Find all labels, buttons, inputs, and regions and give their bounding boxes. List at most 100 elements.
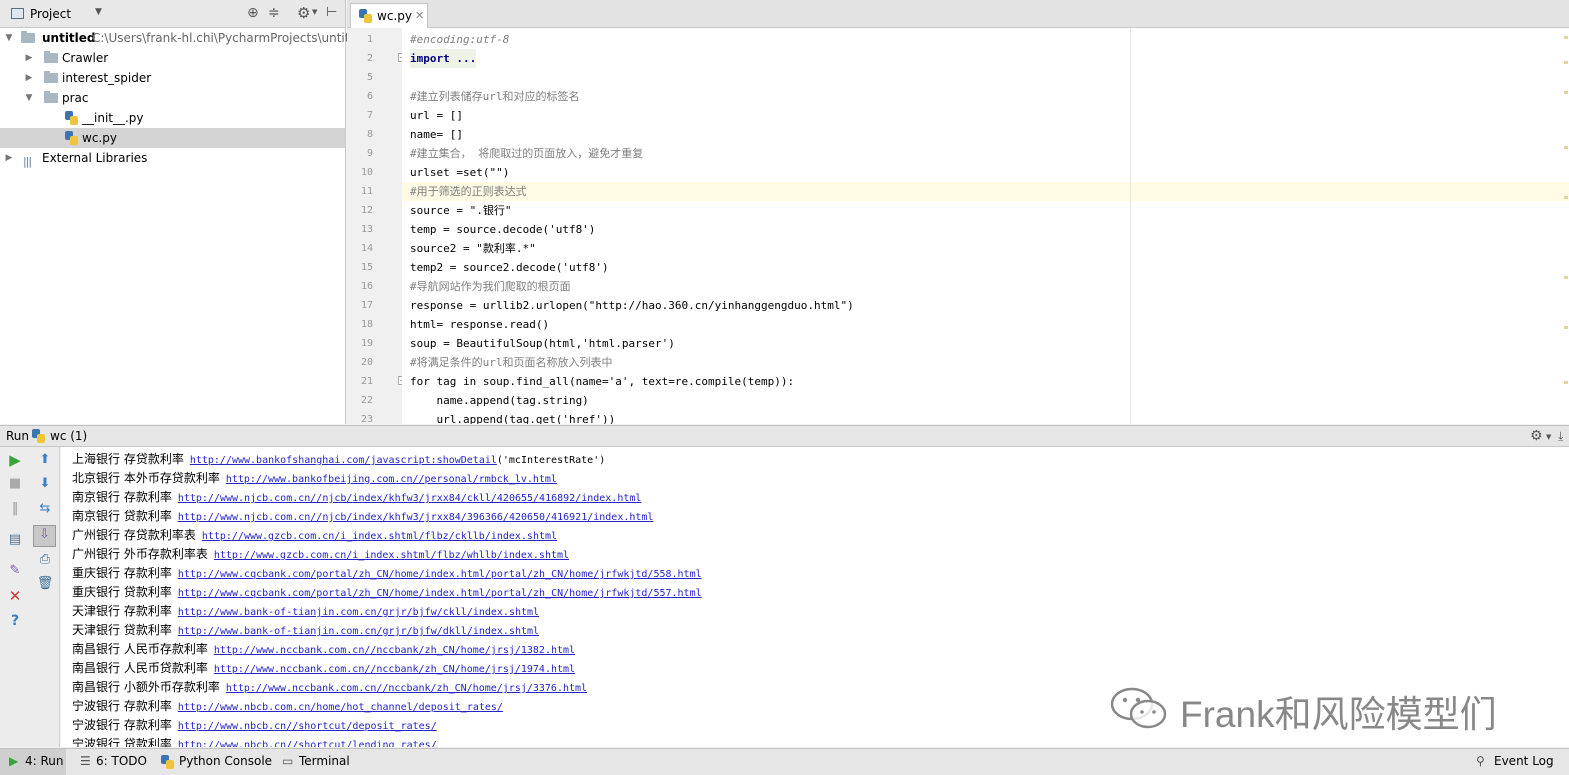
tab-todo[interactable]: ☰ 6: TODO — [80, 749, 150, 775]
console-toolbar: ⬆ ⬇ ⇆ ⇩ ⎙ 🗑 — [30, 447, 60, 747]
todo-icon: ☰ — [80, 754, 91, 768]
console-text: 南京银行 贷款利率 — [72, 509, 172, 523]
line-number: 17 — [360, 300, 373, 311]
gear-icon[interactable]: ⚙ — [1530, 426, 1543, 447]
project-view-selector[interactable]: Project — [30, 7, 71, 21]
python-file-icon — [359, 9, 372, 23]
expand-arrow-icon[interactable]: ▼ — [23, 88, 35, 108]
console-link[interactable]: http://www.cqcbank.com/portal/zh_CN/home… — [178, 588, 702, 599]
tree-item-prac[interactable]: ▼ prac — [0, 88, 345, 108]
expand-arrow-icon[interactable]: ▼ — [3, 28, 15, 48]
tree-item-crawler[interactable]: ▶ Crawler — [0, 48, 345, 68]
tree-item-interest-spider[interactable]: ▶ interest_spider — [0, 68, 345, 88]
console-text: 天津银行 贷款利率 — [72, 623, 172, 637]
console-link[interactable]: http://www.bank-of-tianjin.com.cn/grjr/b… — [178, 626, 539, 637]
console-link[interactable]: http://www.nccbank.com.cn//nccbank/zh_CN… — [226, 683, 587, 694]
chevron-down-icon[interactable]: ▼ — [95, 7, 102, 17]
down-arrow-icon[interactable]: ⬇ — [36, 475, 54, 493]
chevron-down-icon[interactable]: ▼ — [1546, 427, 1551, 448]
console-link[interactable]: http://www.gzcb.com.cn/i_index.shtml/flb… — [214, 550, 569, 561]
tab-wc-py[interactable]: wc.py ✕ — [350, 3, 428, 28]
tree-item-external-libraries[interactable]: ▶ ||| External Libraries — [0, 148, 345, 168]
line-number: 5 — [366, 72, 373, 83]
console-line: 天津银行 存款利率 http://www.bank-of-tianjin.com.… — [72, 602, 539, 621]
console-link[interactable]: http://www.bank-of-tianjin.com.cn/grjr/b… — [178, 607, 539, 618]
run-config-label[interactable]: wc (1) — [50, 426, 87, 447]
tab-label: Terminal — [299, 754, 350, 768]
console-line: 南昌银行 人民币存款利率 http://www.nccbank.com.cn//n… — [72, 640, 575, 659]
print-icon[interactable]: ⎙ — [36, 551, 54, 569]
tab-python-console[interactable]: Python Console — [160, 749, 272, 775]
tree-item-init-py[interactable]: __init__.py — [0, 108, 345, 128]
console-line: 宁波银行 贷款利率 http://www.nbcb.cn//shortcut/le… — [72, 735, 437, 747]
console-link[interactable]: http://www.bankofbeijing.com.cn//persona… — [226, 474, 557, 485]
line-number: 15 — [360, 262, 373, 273]
chevron-down-icon[interactable]: ▼ — [312, 8, 317, 16]
console-text: 重庆银行 贷款利率 — [72, 585, 172, 599]
line-number: 11 — [360, 186, 373, 197]
console-line: 南京银行 贷款利率 http://www.njcb.com.cn//njcb/in… — [72, 507, 653, 526]
console-link[interactable]: http://www.nbcb.com.cn/home/hot_channel/… — [178, 702, 503, 713]
code-line: #建立列表储存url和对应的标签名 — [410, 90, 580, 103]
code-line: #encoding:utf-8 — [410, 33, 510, 46]
code-line: html= response.read() — [410, 318, 550, 331]
rerun-button[interactable]: ▶ — [6, 451, 24, 469]
tree-item-wc-py[interactable]: wc.py — [0, 128, 345, 148]
line-number: 19 — [360, 338, 373, 349]
up-arrow-icon[interactable]: ⬆ — [36, 451, 54, 469]
console-text: 南昌银行 人民币存款利率 — [72, 642, 208, 656]
code-line: source2 = "款利率.*" — [410, 242, 536, 255]
python-file-icon — [32, 429, 45, 443]
console-link[interactable]: http://www.bankofshanghai.com/javascript… — [190, 455, 497, 466]
python-file-icon — [65, 111, 78, 125]
sync-icon[interactable]: ⊕ — [247, 5, 259, 21]
tree-item-untitled[interactable]: ▼ untitled C:\Users\frank-hl.chi\Pycharm… — [0, 28, 368, 48]
console-link[interactable]: http://www.gzcb.com.cn/i_index.shtml/flb… — [202, 531, 557, 542]
stop-button[interactable]: ■ — [6, 475, 24, 493]
line-number: 1 — [366, 34, 373, 45]
tree-item-label: interest_spider — [62, 71, 152, 85]
collapse-all-icon[interactable]: ≑ — [268, 5, 280, 21]
code-line: response = urllib2.urlopen("http://hao.3… — [410, 299, 854, 312]
python-file-icon — [65, 131, 78, 145]
line-number: 12 — [360, 205, 373, 216]
soft-wrap-icon[interactable]: ⇆ — [36, 500, 54, 518]
code-editor[interactable]: #encoding:utf-8 import ... #建立列表储存url和对应的标… — [402, 28, 1569, 424]
line-number: 6 — [366, 91, 373, 102]
event-log-button[interactable]: ⚲ Event Log — [1476, 749, 1556, 775]
run-toolbar: ▶ ■ ‖ ▤ ✎ ✕ ? — [0, 447, 30, 747]
hide-panel-icon[interactable]: ⤓ — [1558, 426, 1563, 447]
console-text: 南昌银行 小额外币存款利率 — [72, 680, 220, 694]
line-number: 18 — [360, 319, 373, 330]
console-link[interactable]: http://www.njcb.com.cn//njcb/index/khfw3… — [178, 493, 642, 504]
pause-button[interactable]: ‖ — [6, 500, 24, 518]
scroll-to-end-icon[interactable]: ⇩ — [33, 525, 56, 547]
close-icon[interactable]: ✕ — [415, 4, 424, 28]
tree-item-label: untitled — [42, 31, 96, 45]
tab-label: wc.py — [377, 9, 412, 23]
expand-arrow-icon[interactable]: ▶ — [23, 48, 35, 68]
console-line: 南京银行 存款利率 http://www.njcb.com.cn//njcb/in… — [72, 488, 641, 507]
right-margin-guide — [1130, 28, 1131, 424]
console-link[interactable]: http://www.cqcbank.com/portal/zh_CN/home… — [178, 569, 702, 580]
tab-terminal[interactable]: ▭ Terminal — [282, 749, 352, 775]
console-link[interactable]: http://www.nccbank.com.cn//nccbank/zh_CN… — [214, 645, 575, 656]
expand-arrow-icon[interactable]: ▶ — [23, 68, 35, 88]
console-link[interactable]: http://www.nccbank.com.cn//nccbank/zh_CN… — [214, 664, 575, 675]
console-text: 南昌银行 人民币贷款利率 — [72, 661, 208, 675]
hide-panel-icon[interactable]: ⊢ — [326, 5, 337, 20]
gear-icon[interactable]: ⚙ — [297, 4, 310, 22]
console-link[interactable]: http://www.njcb.com.cn//njcb/index/khfw3… — [178, 512, 654, 523]
close-button[interactable]: ✕ — [6, 587, 24, 605]
console-link[interactable]: http://www.nbcb.cn//shortcut/deposit_rat… — [178, 721, 437, 732]
line-number: 20 — [360, 357, 373, 368]
trash-icon[interactable]: 🗑 — [36, 575, 54, 593]
tab-run[interactable]: ▶ 4: Run — [0, 749, 66, 775]
console-link[interactable]: http://www.nbcb.cn//shortcut/lending_rat… — [178, 740, 437, 747]
help-icon[interactable]: ? — [6, 612, 24, 630]
search-icon: ⚲ — [1476, 754, 1485, 768]
layout-icon[interactable]: ▤ — [6, 531, 24, 549]
expand-arrow-icon[interactable]: ▶ — [3, 148, 15, 168]
pin-icon[interactable]: ✎ — [6, 562, 24, 580]
code-line: url.append(tag.get('href')) — [410, 413, 616, 424]
